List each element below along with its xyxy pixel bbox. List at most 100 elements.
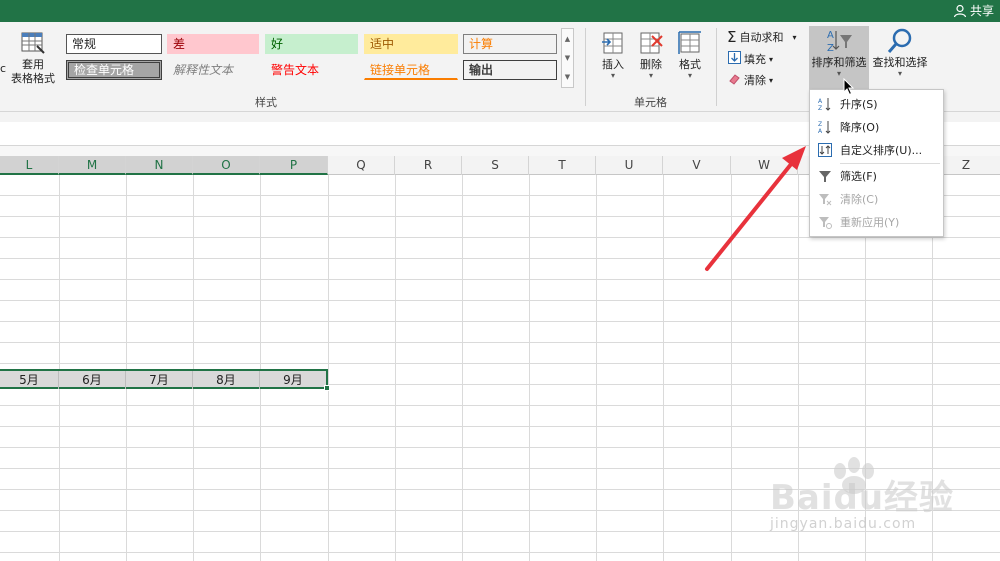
gridline [260,175,261,561]
divider [716,28,717,106]
gallery-scroll[interactable]: ▲ ▼ ▼ [561,28,574,88]
menu-sort-descending-label: 降序(O) [840,121,880,134]
fill-handle[interactable] [324,385,330,391]
insert-caret-icon: ▾ [610,71,615,80]
gridline [663,175,664,561]
cell-m[interactable]: 6月 [59,371,126,389]
style-normal-label: 常规 [72,37,97,51]
style-explanatory[interactable]: 解释性文本 [167,60,259,80]
format-label: 格式 [679,58,701,71]
cell-l[interactable]: 5月 [0,371,59,389]
insert-button[interactable]: 插入 ▾ [596,28,630,80]
column-l-text: L [25,158,33,172]
svg-text:Z: Z [818,121,822,128]
column-u-label: U [624,158,634,172]
cell-p-value: 9月 [283,373,303,387]
menu-clear[interactable]: 清除(C) [810,188,943,210]
gallery-more-icon[interactable]: ▼ [565,73,570,81]
menu-filter-label: 筛选(F) [840,170,877,183]
sort-filter-caret-icon: ▾ [836,69,841,78]
menu-custom-sort[interactable]: 自定义排序(U)... [810,139,943,161]
menu-custom-sort-label: 自定义排序(U)... [840,144,923,157]
fill-label: 填充 [744,53,766,66]
sort-filter-menu: AZ 升序(S) ZA 降序(O) 自定义排序(U)... 筛选(F) 清除(C… [809,89,944,237]
menu-divider [840,163,940,164]
autosum-button[interactable]: Σ 自动求和 ▾ [727,28,797,46]
find-select-button[interactable]: 查找和选择 ▾ [871,26,929,78]
column-header-o[interactable]: O [193,156,260,175]
styles-group-label: 样式 [255,96,277,109]
column-header-w[interactable]: W [731,156,798,175]
menu-filter[interactable]: 筛选(F) [810,165,943,187]
cell-n-value: 7月 [149,373,169,387]
column-header-l-bg[interactable]: L [0,156,59,175]
column-header-q[interactable]: Q [328,156,395,175]
sort-descending-icon: ZA [810,120,840,134]
share-label: 共享 [969,4,994,18]
style-neutral[interactable]: 适中 [364,34,458,54]
menu-sort-ascending-label: 升序(S) [840,98,878,111]
find-select-caret-icon: ▾ [897,69,902,78]
style-linked-label: 链接单元格 [370,63,431,77]
delete-cells-icon [636,28,666,58]
format-caret-icon: ▾ [687,71,692,80]
table-format-label-2: 表格格式 [11,72,55,85]
style-warning[interactable]: 警告文本 [265,60,358,80]
column-p-label: P [289,158,298,172]
menu-sort-descending[interactable]: ZA 降序(O) [810,116,943,138]
menu-sort-ascending[interactable]: AZ 升序(S) [810,93,943,115]
style-good[interactable]: 好 [265,34,358,54]
clear-caret-icon: ▾ [769,75,774,85]
gridline [395,175,396,561]
style-check-cell[interactable]: 检查单元格 [66,60,162,80]
gallery-down-icon[interactable]: ▼ [565,54,570,62]
column-header-p[interactable]: P [260,156,328,175]
column-header-n[interactable]: N [126,156,193,175]
gallery-up-icon[interactable]: ▲ [565,35,570,43]
clear-filter-icon [810,192,840,206]
style-bad[interactable]: 差 [167,34,259,54]
column-m-label: M [86,158,98,172]
column-header-r[interactable]: R [395,156,462,175]
style-calculation-label: 计算 [469,37,494,51]
sort-filter-label: 排序和筛选 [811,56,867,69]
column-header-v[interactable]: V [663,156,731,175]
delete-caret-icon: ▾ [648,71,653,80]
cutoff-button: c [0,62,7,75]
column-header-s[interactable]: S [462,156,529,175]
format-as-table-button[interactable]: 套用 表格格式 [8,28,58,86]
style-normal[interactable]: 常规 [66,34,162,54]
column-q-label: Q [356,158,366,172]
format-button[interactable]: 格式 ▾ [672,28,708,80]
sigma-icon: Σ [727,28,737,46]
watermark-brand: Baidu经验 [770,478,955,518]
column-header-m[interactable]: M [59,156,126,175]
style-linked-cell[interactable]: 链接单元格 [364,60,458,80]
fill-button[interactable]: 填充 ▾ [728,51,773,67]
clear-button[interactable]: 清除 ▾ [728,72,773,88]
menu-reapply[interactable]: 重新应用(Y) [810,211,943,233]
cell-l-value: 5月 [19,373,39,387]
excel-window: 共享 c 套用 表格格式 常规 差 好 适中 计算 检查单元格 解释性文本 警告… [0,0,1000,561]
selected-range[interactable]: 5月 6月 7月 8月 9月 [0,369,328,389]
style-output[interactable]: 输出 [463,60,557,80]
menu-clear-label: 清除(C) [840,193,879,206]
column-s-label: S [491,158,499,172]
column-header-t[interactable]: T [529,156,596,175]
style-calculation[interactable]: 计算 [463,34,557,54]
menu-reapply-label: 重新应用(Y) [840,216,900,229]
column-header-u[interactable]: U [596,156,663,175]
share-button[interactable]: 共享 [953,2,994,19]
filter-icon [810,169,840,183]
gridline [328,175,329,561]
cell-p[interactable]: 9月 [260,371,326,389]
find-select-label: 查找和选择 [872,56,928,69]
divider [585,28,586,106]
gridline [126,175,127,561]
cell-n[interactable]: 7月 [126,371,193,389]
column-o-label: O [221,158,231,172]
sort-filter-button[interactable]: AZ 排序和筛选 ▾ [809,26,869,90]
cell-o[interactable]: 8月 [193,371,260,389]
mouse-cursor-icon [843,78,855,96]
delete-button[interactable]: 删除 ▾ [634,28,668,80]
